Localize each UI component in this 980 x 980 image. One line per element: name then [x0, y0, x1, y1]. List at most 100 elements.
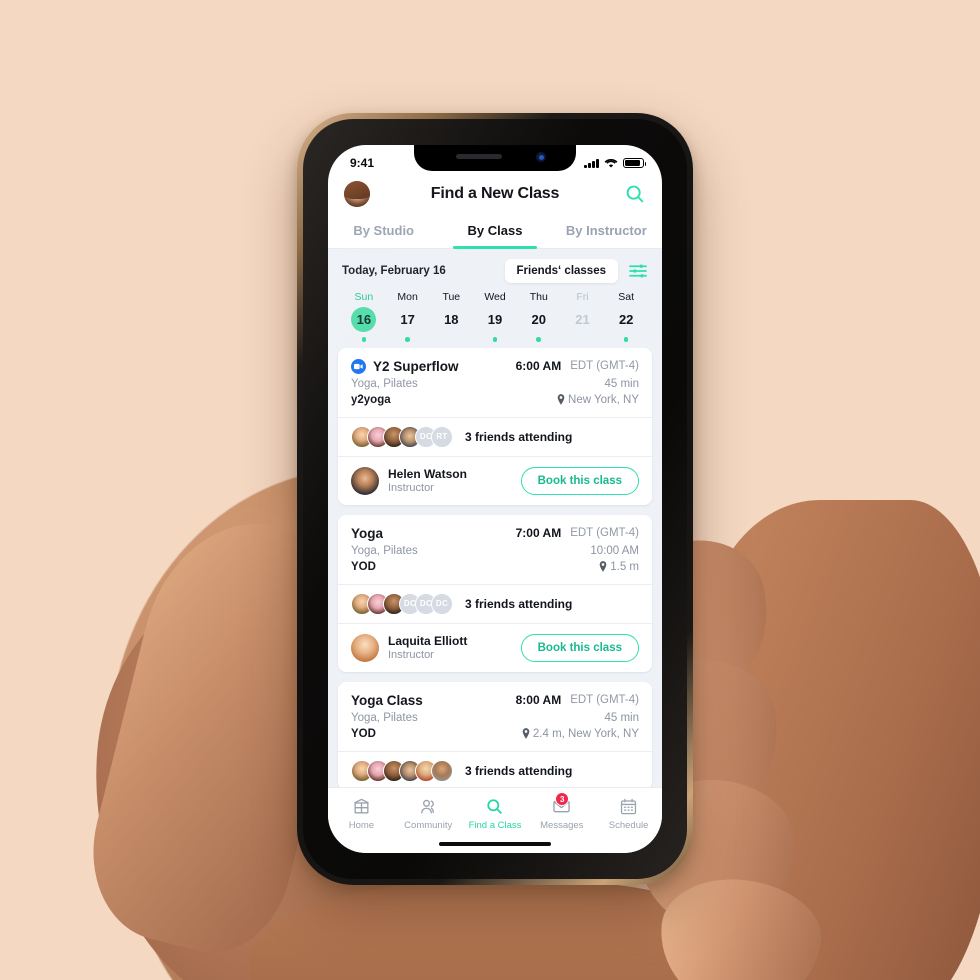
search-icon — [462, 796, 529, 816]
home-grid-icon — [328, 796, 395, 816]
friend-avatar — [431, 759, 453, 782]
earpiece-speaker-icon — [456, 154, 502, 159]
nav-item-find-a-class[interactable]: Find a Class — [462, 796, 529, 831]
class-time: 7:00 AM — [515, 526, 562, 540]
video-camera-icon — [351, 358, 366, 374]
instructor-row: Laquita Elliott Instructor Book this cla… — [338, 622, 652, 672]
tab-by-instructor[interactable]: By Instructor — [551, 217, 662, 248]
class-tags: Yoga, Pilates — [351, 711, 418, 724]
day-name: Wed — [484, 291, 506, 303]
day-number: 20 — [531, 312, 546, 327]
instructor-role: Instructor — [388, 482, 434, 494]
day-number: 21 — [575, 312, 590, 327]
front-camera-icon — [536, 152, 546, 162]
class-time: 8:00 AM — [515, 693, 562, 707]
tab-by-studio[interactable]: By Studio — [328, 217, 439, 248]
day-event-dot — [623, 337, 629, 342]
nav-label: Find a Class — [468, 820, 522, 831]
envelope-icon: 3 — [528, 792, 595, 816]
class-title: Yoga Class — [351, 692, 423, 708]
class-card[interactable]: Yoga Class 8:00 AM EDT (GMT-4) Yoga, Pil… — [338, 681, 652, 790]
instructor-avatar[interactable] — [351, 633, 379, 662]
people-icon — [395, 796, 462, 816]
class-card[interactable]: Yoga 7:00 AM EDT (GMT-4) Yoga, Pilates 1… — [338, 514, 652, 672]
class-list[interactable]: Y2 Superflow 6:00 AM EDT (GMT-4) Yoga, P… — [328, 347, 662, 818]
class-card-main: Yoga 7:00 AM EDT (GMT-4) Yoga, Pilates 1… — [338, 515, 652, 584]
nav-item-messages[interactable]: 3 Messages — [528, 792, 595, 831]
class-timezone: EDT (GMT-4) — [570, 360, 639, 372]
page-title: Find a New Class — [430, 185, 560, 202]
day-number: 22 — [618, 312, 634, 327]
class-studio: YOD — [351, 560, 376, 573]
day-name: Sun — [354, 291, 374, 303]
day-item-tue[interactable]: Tue 18 — [429, 291, 473, 342]
friends-attending-row[interactable]: 3 friends attending — [338, 750, 652, 790]
status-bar-time: 9:41 — [350, 156, 375, 170]
date-selector: Today, February 16 Friends‘ classes Sun … — [328, 249, 662, 348]
nav-item-schedule[interactable]: Schedule — [595, 796, 662, 831]
phone-device: 9:41 Find a New Class By Studio By Class… — [297, 113, 693, 885]
nav-label: Schedule — [608, 820, 649, 831]
nav-item-home[interactable]: Home — [328, 796, 395, 831]
nav-item-community[interactable]: Community — [395, 796, 462, 831]
friends-attending-label: 3 friends attending — [465, 596, 573, 611]
nav-label: Messages — [540, 820, 584, 831]
day-item-sun[interactable]: Sun 16 — [342, 291, 386, 342]
day-number: 17 — [400, 312, 415, 327]
friend-avatar-initials: DC — [431, 592, 453, 615]
friends-attending-row[interactable]: DC RT 3 friends attending — [338, 416, 652, 456]
friends-attending-label: 3 friends attending — [465, 429, 573, 444]
class-card[interactable]: Y2 Superflow 6:00 AM EDT (GMT-4) Yoga, P… — [338, 347, 652, 505]
today-label: Today, February 16 — [342, 265, 446, 277]
app-header: Find a New Class — [328, 175, 662, 217]
friend-avatar-stack — [351, 759, 453, 782]
day-item-fri[interactable]: Fri 21 — [561, 291, 605, 342]
class-location-text: 2.4 m, New York, NY — [532, 727, 639, 740]
friends-attending-label: 3 friends attending — [465, 763, 573, 778]
instructor-avatar[interactable] — [351, 466, 379, 495]
friend-avatar-stack: DC RT — [351, 425, 453, 448]
segment-tabs: By Studio By Class By Instructor — [328, 217, 662, 249]
day-event-dot — [492, 337, 498, 342]
class-title: Y2 Superflow — [373, 358, 459, 374]
book-this-class-button[interactable]: Book this class — [520, 466, 639, 495]
day-event-dot — [536, 337, 541, 342]
nav-label: Home — [348, 820, 375, 831]
home-indicator[interactable] — [439, 842, 551, 846]
day-number: 19 — [487, 312, 503, 327]
class-studio: YOD — [351, 727, 376, 740]
day-name: Mon — [397, 291, 418, 303]
friends-attending-row[interactable]: DC DC DC 3 friends attending — [338, 583, 652, 623]
day-event-dot — [361, 337, 367, 342]
class-duration: 45 min — [604, 711, 639, 724]
day-name: Thu — [529, 291, 548, 303]
filter-sliders-icon[interactable] — [628, 263, 648, 279]
day-item-sat[interactable]: Sat 22 — [604, 291, 648, 342]
day-item-thu[interactable]: Thu 20 — [517, 291, 561, 342]
friend-avatar-stack: DC DC DC — [351, 592, 453, 615]
day-event-dot — [405, 337, 410, 342]
day-name: Sat — [618, 291, 635, 303]
avatar[interactable] — [344, 181, 370, 207]
calendar-icon — [595, 796, 662, 816]
friend-avatar-initials: RT — [431, 425, 453, 448]
class-location-text: New York, NY — [568, 393, 639, 406]
day-item-wed[interactable]: Wed 19 — [473, 291, 517, 342]
class-time: 6:00 AM — [515, 359, 562, 373]
day-number: 18 — [444, 312, 459, 327]
class-card-main: Y2 Superflow 6:00 AM EDT (GMT-4) Yoga, P… — [338, 348, 652, 417]
search-icon[interactable] — [624, 183, 646, 205]
map-pin-icon — [599, 561, 607, 572]
bottom-tab-bar: Home Community Find a Class 3 Messages S… — [328, 787, 662, 853]
instructor-name: Laquita Elliott — [388, 634, 468, 648]
battery-icon — [623, 157, 647, 169]
class-location: 2.4 m, New York, NY — [522, 728, 639, 740]
instructor-role: Instructor — [388, 649, 434, 661]
day-item-mon[interactable]: Mon 17 — [386, 291, 430, 342]
tab-by-class[interactable]: By Class — [439, 217, 550, 249]
friends-classes-filter-button[interactable]: Friends‘ classes — [504, 259, 618, 283]
book-this-class-button[interactable]: Book this class — [520, 633, 639, 662]
class-title: Yoga — [351, 525, 384, 541]
signal-bars-icon — [584, 158, 599, 168]
day-name: Tue — [442, 291, 461, 303]
